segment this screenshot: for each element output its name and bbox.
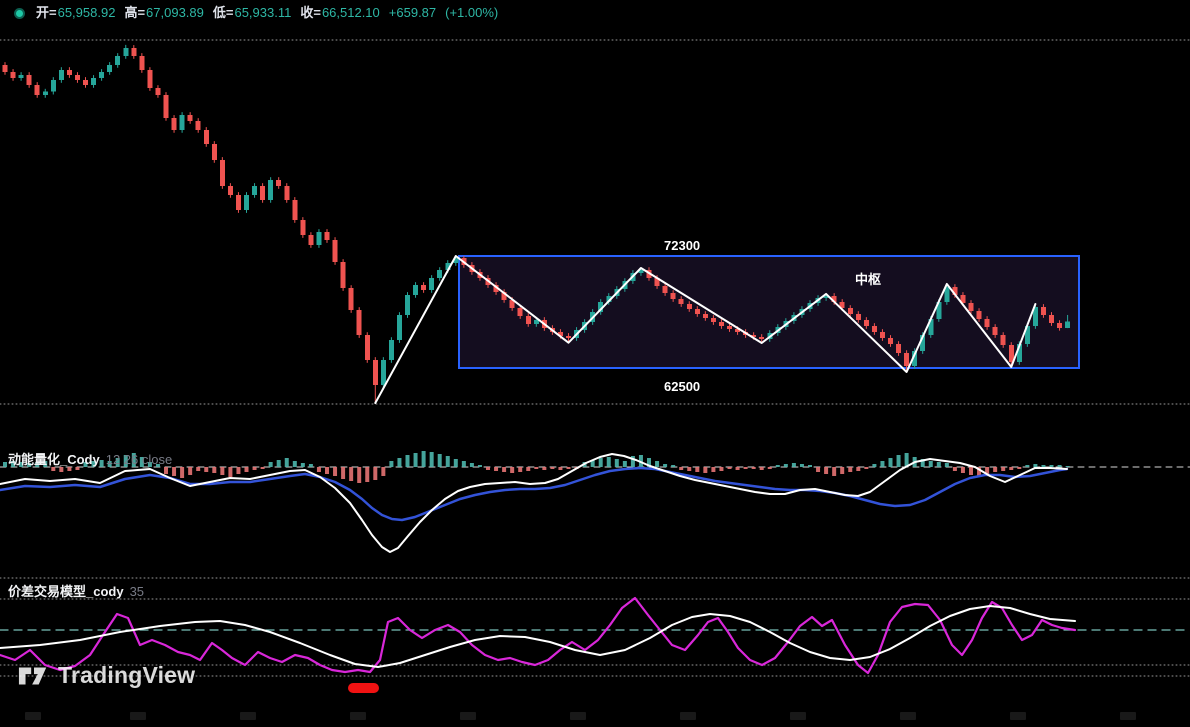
ohlc-low: 低=65,933.11 bbox=[213, 4, 291, 22]
tradingview-logo[interactable]: TradingView bbox=[18, 662, 195, 689]
ohlc-close: 收=66,512.10 bbox=[300, 4, 379, 22]
series-marker-icon[interactable] bbox=[14, 8, 25, 19]
ohlc-open: 开=65,958.92 bbox=[36, 4, 115, 22]
tradingview-logo-icon bbox=[18, 664, 50, 688]
indicator-title-spread-model[interactable]: 价差交易模型_cody 35 bbox=[8, 581, 144, 600]
macd-signal-line bbox=[0, 468, 1067, 520]
indicator-0-params: 12 26 close bbox=[106, 452, 173, 467]
time-tick bbox=[240, 712, 256, 720]
indicator-1-params: 35 bbox=[130, 584, 144, 599]
time-tick bbox=[1010, 712, 1026, 720]
time-tick bbox=[790, 712, 806, 720]
time-tick bbox=[25, 712, 41, 720]
indicator-1-name[interactable]: 价差交易模型_cody bbox=[8, 584, 124, 599]
price-change-percent: (+1.00%) bbox=[445, 4, 498, 22]
red-highlight-annotation[interactable] bbox=[348, 683, 379, 693]
tradingview-logo-text: TradingView bbox=[58, 662, 195, 689]
time-axis[interactable] bbox=[0, 705, 1190, 727]
box-center-label: 中枢 bbox=[855, 269, 881, 288]
box-bottom-price-label: 62500 bbox=[664, 379, 700, 394]
chart-canvas[interactable] bbox=[0, 0, 1190, 727]
pivot-box[interactable] bbox=[459, 256, 1079, 368]
price-change: +659.87 bbox=[389, 4, 436, 22]
ohlc-header: 开=65,958.92 高=67,093.89 低=65,933.11 收=66… bbox=[14, 4, 498, 22]
time-tick bbox=[570, 712, 586, 720]
time-tick bbox=[130, 712, 146, 720]
ohlc-high: 高=67,093.89 bbox=[124, 4, 203, 22]
box-top-price-label: 72300 bbox=[664, 238, 700, 253]
time-tick bbox=[1120, 712, 1136, 720]
time-tick bbox=[900, 712, 916, 720]
macd-main-line bbox=[0, 454, 1067, 552]
time-tick bbox=[460, 712, 476, 720]
time-tick bbox=[680, 712, 696, 720]
oscillator-white-line bbox=[0, 606, 1075, 667]
indicator-0-name[interactable]: 动能量化_Cody bbox=[8, 452, 100, 467]
indicator-title-momentum[interactable]: 动能量化_Cody 12 26 close bbox=[8, 449, 172, 468]
time-tick bbox=[350, 712, 366, 720]
